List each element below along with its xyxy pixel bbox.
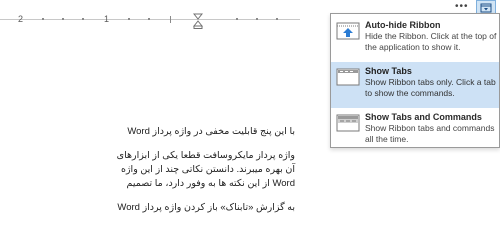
auto-hide-ribbon-icon — [336, 22, 360, 40]
menu-item-title: Show Tabs and Commands — [365, 112, 482, 122]
ruler-tick — [170, 16, 171, 23]
document-paragraph: به گزارش «تابناک» باز کردن واژه پرداز Wo… — [117, 202, 295, 213]
ruler-dot — [148, 18, 150, 20]
ruler-dot — [128, 18, 130, 20]
document-paragraph: واژه پرداز مایکروسافت قطعا یکی از ابزاره… — [116, 150, 295, 161]
document-paragraph: Word از این نکته ها به وفور دارد، ما تصم… — [126, 178, 295, 189]
document-paragraph: با این پنج قابلیت مخفی در واژه پرداز Wor… — [127, 126, 295, 137]
show-tabs-icon — [336, 68, 360, 86]
menu-item-title: Show Tabs — [365, 66, 412, 76]
ruler-baseline — [0, 19, 300, 20]
menu-item-title: Auto-hide Ribbon — [365, 20, 441, 30]
ruler-dot — [62, 18, 64, 20]
ribbon-display-options-menu: Auto-hide Ribbon Hide the Ribbon. Click … — [330, 13, 500, 148]
horizontal-ruler[interactable]: 2 1 — [0, 13, 300, 29]
ruler-dot — [256, 18, 258, 20]
document-paragraph: آن بهره میبرند. دانستن نکاتی چند از این … — [120, 164, 295, 175]
menu-item-description: Show Ribbon tabs and commands all the ti… — [365, 123, 495, 144]
menu-item-description: Show Ribbon tabs only. Click a tab to sh… — [365, 77, 496, 98]
menu-item-show-tabs[interactable]: Show Tabs Show Ribbon tabs only. Click a… — [331, 62, 499, 108]
more-options-icon[interactable]: ••• — [455, 2, 469, 12]
ruler-dot — [276, 18, 278, 20]
menu-item-show-tabs-and-commands[interactable]: Show Tabs and Commands Show Ribbon tabs … — [331, 108, 499, 148]
show-tabs-commands-icon — [336, 114, 360, 132]
ruler-number: 1 — [104, 14, 110, 24]
ruler-dot — [236, 18, 238, 20]
ruler-number: 2 — [18, 14, 24, 24]
document-body[interactable]: با این پنج قابلیت مخفی در واژه پرداز Wor… — [15, 125, 295, 215]
indent-marker-icon[interactable] — [193, 13, 203, 29]
menu-item-auto-hide-ribbon[interactable]: Auto-hide Ribbon Hide the Ribbon. Click … — [331, 16, 499, 62]
ruler-dot — [82, 18, 84, 20]
ribbon-display-options-button[interactable] — [476, 0, 496, 14]
ruler-dot — [42, 18, 44, 20]
menu-item-description: Hide the Ribbon. Click at the top of the… — [365, 31, 497, 52]
